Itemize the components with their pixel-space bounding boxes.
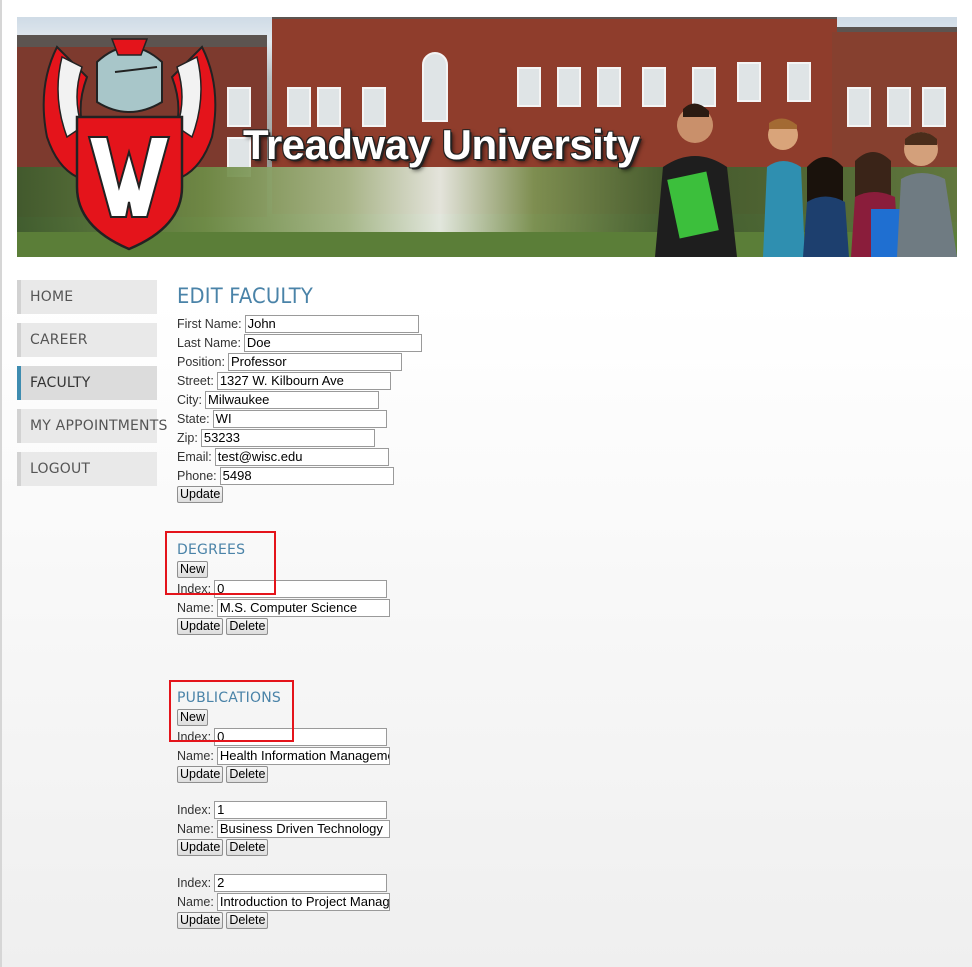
phone-label: Phone: — [177, 468, 217, 483]
publication-item: Index: 2 Name: Introduction to Project M… — [177, 873, 777, 930]
page-title: EDIT FACULTY — [177, 284, 313, 308]
degree-name-label: Name: — [177, 600, 214, 615]
degree-delete-button[interactable]: Delete — [226, 618, 269, 635]
last-name-input[interactable]: Doe — [243, 333, 422, 352]
publication-update-button[interactable]: Update — [177, 766, 224, 783]
street-input[interactable]: 1327 W. Kilbourn Ave — [216, 371, 391, 390]
university-crest-logo — [42, 38, 217, 251]
nav-item-logout[interactable]: LOGOUT — [17, 452, 157, 486]
students-photo — [655, 103, 957, 257]
nav-item-career[interactable]: CAREER — [17, 323, 157, 357]
city-label: City: — [177, 392, 202, 407]
zip-input[interactable]: 53233 — [200, 428, 375, 447]
publication-name-label: Name: — [177, 821, 214, 836]
publication-delete-button[interactable]: Delete — [226, 839, 269, 856]
state-input[interactable]: WI — [212, 409, 387, 428]
zip-row: Zip: 53233 — [177, 428, 777, 447]
faculty-form: First Name: John Last Name: Doe Position… — [177, 314, 777, 504]
city-input[interactable]: Milwaukee — [205, 390, 379, 409]
degree-name-input[interactable]: M.S. Computer Science — [216, 598, 390, 617]
publication-delete-button[interactable]: Delete — [226, 912, 269, 929]
publication-name-label: Name: — [177, 894, 214, 909]
faculty-actions: Update — [177, 485, 777, 504]
street-label: Street: — [177, 373, 214, 388]
position-label: Position: — [177, 354, 225, 369]
sidebar-nav: HOME CAREER FACULTY MY APPOINTMENTS LOGO… — [17, 280, 167, 495]
email-row: Email: test@wisc.edu — [177, 447, 777, 466]
publication-index-label: Index: — [177, 802, 212, 817]
banner-title: Treadway University — [243, 121, 640, 168]
header-banner: Treadway University — [17, 17, 957, 257]
email-label: Email: — [177, 449, 212, 464]
degree-update-button[interactable]: Update — [177, 618, 224, 635]
page-edge — [0, 0, 2, 967]
publication-update-button[interactable]: Update — [177, 839, 224, 856]
phone-row: Phone: 5498 — [177, 466, 777, 485]
state-row: State: WI — [177, 409, 777, 428]
nav-item-home[interactable]: HOME — [17, 280, 157, 314]
publications-highlight-box — [169, 680, 294, 742]
last-name-row: Last Name: Doe — [177, 333, 777, 352]
publication-index-input[interactable]: 2 — [214, 873, 388, 892]
zip-label: Zip: — [177, 430, 198, 445]
street-row: Street: 1327 W. Kilbourn Ave — [177, 371, 777, 390]
publication-name-input[interactable]: Introduction to Project Management — [216, 892, 390, 911]
publication-update-button[interactable]: Update — [177, 912, 224, 929]
nav-item-faculty[interactable]: FACULTY — [17, 366, 157, 400]
city-row: City: Milwaukee — [177, 390, 777, 409]
last-name-label: Last Name: — [177, 335, 241, 350]
first-name-label: First Name: — [177, 316, 242, 331]
publication-index-input[interactable]: 1 — [214, 800, 388, 819]
publication-name-input[interactable]: Business Driven Technology — [216, 819, 390, 838]
degrees-highlight-box — [165, 531, 276, 595]
first-name-input[interactable]: John — [244, 314, 419, 333]
email-input[interactable]: test@wisc.edu — [214, 447, 389, 466]
position-row: Position: Professor — [177, 352, 777, 371]
nav-item-my-appointments[interactable]: MY APPOINTMENTS — [17, 409, 167, 443]
faculty-update-button[interactable]: Update — [177, 486, 224, 503]
state-label: State: — [177, 411, 210, 426]
phone-input[interactable]: 5498 — [219, 466, 394, 485]
publication-index-label: Index: — [177, 875, 212, 890]
publication-name-input[interactable]: Health Information Management — [216, 746, 390, 765]
first-name-row: First Name: John — [177, 314, 777, 333]
main-content: EDIT FACULTY First Name: John Last Name:… — [177, 280, 777, 930]
position-input[interactable]: Professor — [227, 352, 402, 371]
publication-name-label: Name: — [177, 748, 214, 763]
publication-item: Index: 1 Name: Business Driven Technolog… — [177, 800, 777, 857]
publication-delete-button[interactable]: Delete — [226, 766, 269, 783]
